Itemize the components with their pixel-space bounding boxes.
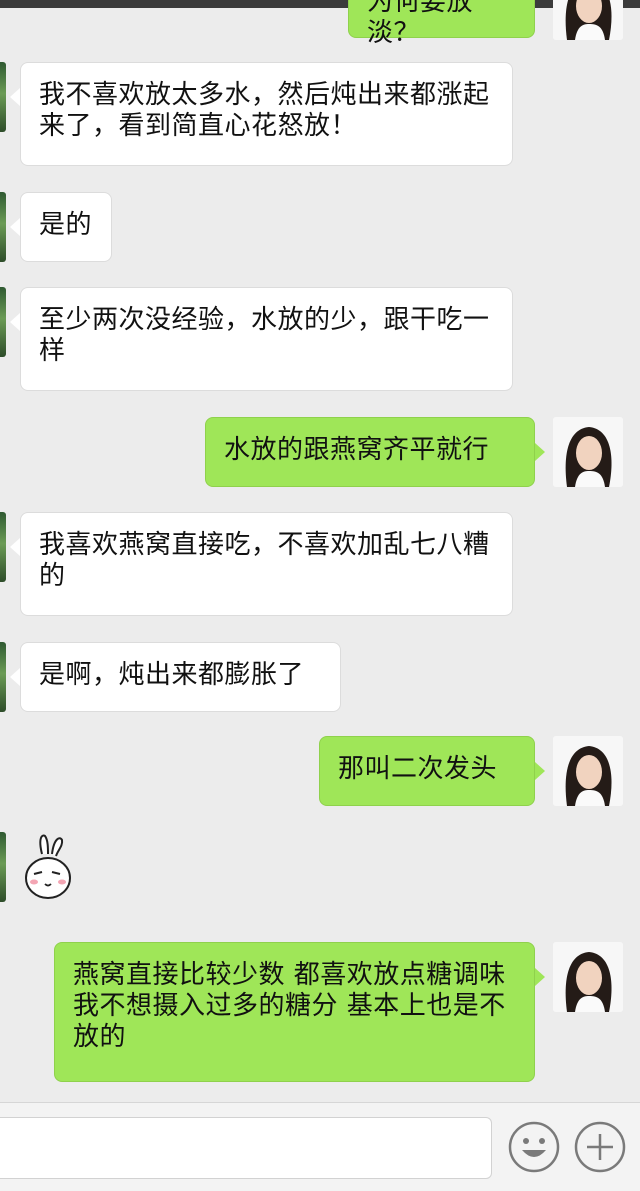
avatar[interactable] (0, 192, 6, 262)
message-text: 燕窝直接比较少数 都喜欢放点糖调味 我不想摄入过多的糖分 基本上也是不放的 (73, 960, 506, 1052)
message-bubble[interactable]: 那叫二次发头 (319, 736, 535, 806)
avatar[interactable] (553, 942, 623, 1012)
bubble-tail (535, 762, 545, 780)
avatar[interactable] (0, 62, 6, 132)
message-text: 我不喜欢放太多水，然后炖出来都涨起来了，看到简直心花怒放！ (39, 80, 490, 141)
message-bubble[interactable]: 为何要放淡？ (348, 0, 535, 48)
message-bubble[interactable]: 燕窝直接比较少数 都喜欢放点糖调味 我不想摄入过多的糖分 基本上也是不放的 (54, 942, 535, 1082)
avatar[interactable] (0, 287, 6, 357)
avatar-image (553, 417, 623, 487)
message-text: 我喜欢燕窝直接吃，不喜欢加乱七八糟的 (39, 530, 490, 591)
message-text: 是的 (39, 210, 93, 240)
bubble-tail (10, 538, 20, 556)
bubble-tail (10, 313, 20, 331)
message-text: 水放的跟燕窝齐平就行 (224, 435, 490, 465)
status-bar (0, 0, 640, 8)
message-input[interactable] (0, 1117, 492, 1179)
bubble-tail (10, 218, 20, 236)
bubble-tail (10, 88, 20, 106)
bunny-sticker-icon[interactable] (20, 832, 76, 904)
bubble-tail (10, 668, 20, 686)
plus-circle-icon[interactable] (574, 1121, 626, 1173)
bubble-tail (535, 968, 545, 986)
avatar-image (553, 736, 623, 806)
message-text: 至少两次没经验，水放的少，跟干吃一样 (39, 305, 490, 366)
input-bar (0, 1102, 640, 1191)
message-text: 是啊，炖出来都膨胀了 (39, 660, 305, 690)
message-bubble[interactable]: 我不喜欢放太多水，然后炖出来都涨起来了，看到简直心花怒放！ (20, 62, 513, 166)
message-bubble[interactable]: 是的 (20, 192, 112, 262)
message-bubble[interactable]: 水放的跟燕窝齐平就行 (205, 417, 535, 487)
message-bubble[interactable]: 我喜欢燕窝直接吃，不喜欢加乱七八糟的 (20, 512, 513, 616)
avatar[interactable] (553, 736, 623, 806)
avatar[interactable] (0, 832, 6, 902)
message-text: 为何要放淡？ (367, 0, 474, 48)
avatar-image (553, 0, 623, 40)
avatar[interactable] (553, 0, 623, 40)
avatar[interactable] (553, 417, 623, 487)
avatar[interactable] (0, 642, 6, 712)
message-bubble[interactable]: 是啊，炖出来都膨胀了 (20, 642, 341, 712)
avatar[interactable] (0, 512, 6, 582)
message-bubble[interactable]: 至少两次没经验，水放的少，跟干吃一样 (20, 287, 513, 391)
message-text: 那叫二次发头 (338, 754, 498, 784)
avatar-image (553, 942, 623, 1012)
bubble-tail (535, 443, 545, 461)
smiley-face-icon[interactable] (508, 1121, 560, 1173)
